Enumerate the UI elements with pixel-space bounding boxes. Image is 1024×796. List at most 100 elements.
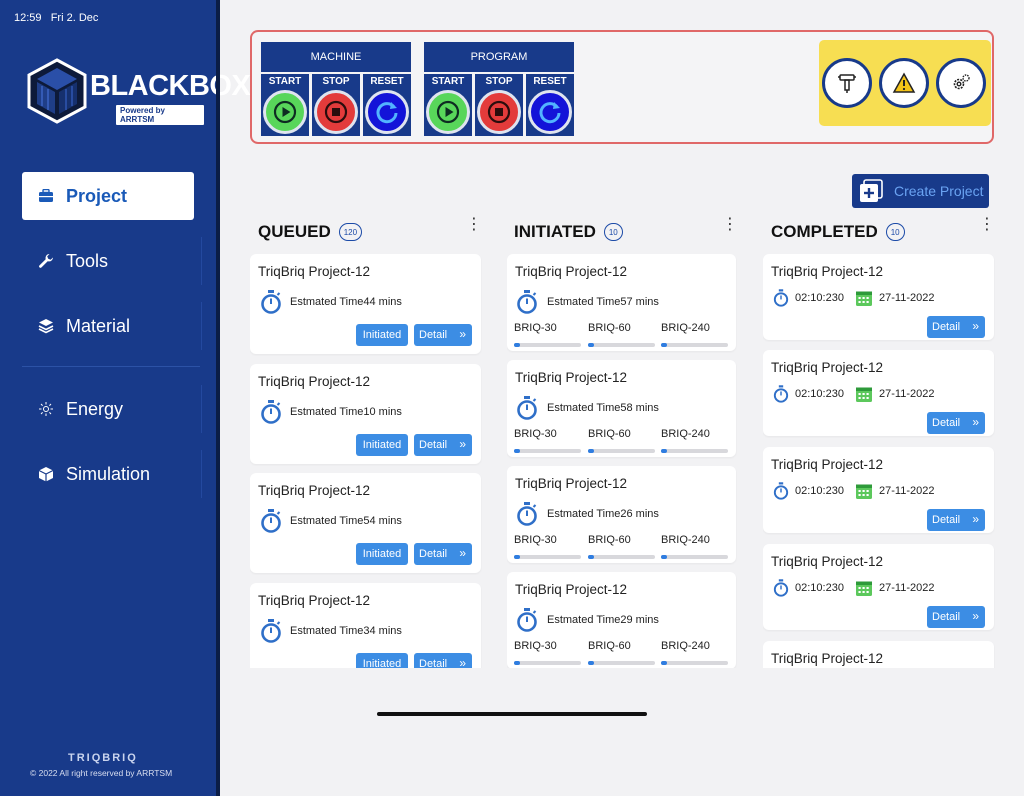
detail-button[interactable]: Detail» xyxy=(927,316,985,338)
initiated-card[interactable]: TriqBriq Project-12 Estmated Time29 mins… xyxy=(507,572,736,668)
stopwatch-icon xyxy=(261,509,281,533)
stopwatch-icon xyxy=(261,290,281,314)
chevrons-right-icon: » xyxy=(459,327,466,341)
stopwatch-icon xyxy=(773,482,789,500)
stopwatch-icon xyxy=(261,619,281,643)
briq-progress xyxy=(661,343,728,347)
create-project-label: Create Project xyxy=(894,183,984,199)
calendar-icon xyxy=(856,581,872,596)
reset-icon xyxy=(528,90,572,134)
machine-reset-button[interactable]: RESET xyxy=(363,74,411,136)
reset-icon xyxy=(365,90,409,134)
stopwatch-icon xyxy=(773,385,789,403)
home-indicator[interactable] xyxy=(377,712,647,716)
completed-card[interactable]: TriqBriq Project-12 02:10:230 27-11-2022… xyxy=(763,447,994,533)
play-icon xyxy=(263,90,307,134)
sidebar: 12:59 Fri 2. Dec BLACKBOX Powered by ARR… xyxy=(0,0,251,796)
blackbox-logo: BLACKBOX Powered by ARRTSM xyxy=(26,58,251,125)
briq-progress xyxy=(661,449,728,453)
queued-count-badge: 120 xyxy=(338,223,363,241)
initiated-more-icon[interactable]: ⋮ xyxy=(722,217,738,233)
completed-card[interactable]: TriqBriq Project-12 02:10:230 27-11-2022… xyxy=(763,544,994,630)
program-stop-button[interactable]: STOP xyxy=(475,74,523,136)
sidebar-item-project[interactable]: Project xyxy=(22,172,194,220)
program-reset-button[interactable]: RESET xyxy=(526,74,574,136)
queued-card[interactable]: TriqBriq Project-12 Estmated Time34 mins… xyxy=(250,583,481,668)
detail-button[interactable]: Detail» xyxy=(414,434,472,456)
sidebar-item-material[interactable]: Material xyxy=(22,302,202,350)
stopwatch-icon xyxy=(517,290,537,314)
drill-icon xyxy=(838,74,856,93)
cube-box-icon xyxy=(36,464,56,484)
detail-button[interactable]: Detail» xyxy=(927,509,985,531)
briq-label: BRIQ-30 xyxy=(514,534,557,546)
briq-progress xyxy=(588,449,655,453)
program-start-button[interactable]: START xyxy=(424,74,472,136)
initiated-button[interactable]: Initiated xyxy=(356,434,408,456)
sidebar-item-simulation[interactable]: Simulation xyxy=(22,450,202,498)
add-project-icon xyxy=(860,179,883,202)
completed-card[interactable]: TriqBriq Project-12 02:10:230 27-11-2022… xyxy=(763,254,994,340)
chevrons-right-icon: » xyxy=(972,415,979,429)
completed-header: COMPLETED 10 xyxy=(771,220,905,244)
machine-stop-button[interactable]: STOP xyxy=(312,74,360,136)
queued-card[interactable]: TriqBriq Project-12 Estmated Time54 mins… xyxy=(250,473,481,573)
queued-card[interactable]: TriqBriq Project-12 Estmated Time10 mins… xyxy=(250,364,481,464)
drill-tool-button[interactable] xyxy=(822,58,872,108)
status-bar-time: 12:59 Fri 2. Dec xyxy=(14,12,99,24)
stopwatch-icon xyxy=(517,502,537,526)
stopwatch-icon xyxy=(773,289,789,307)
initiated-button[interactable]: Initiated xyxy=(356,653,408,668)
briq-progress xyxy=(514,661,581,665)
queued-card[interactable]: TriqBriq Project-12 Estmated Time44 mins… xyxy=(250,254,481,354)
briq-label: BRIQ-60 xyxy=(588,322,631,334)
completed-more-icon[interactable]: ⋮ xyxy=(979,217,995,233)
detail-button[interactable]: Detail» xyxy=(927,412,985,434)
detail-button[interactable]: Detail» xyxy=(414,543,472,565)
calendar-icon xyxy=(856,484,872,499)
queued-more-icon[interactable]: ⋮ xyxy=(466,217,482,233)
sidebar-item-label: Material xyxy=(66,315,131,336)
warning-button[interactable] xyxy=(879,58,929,108)
stop-icon xyxy=(314,90,358,134)
brand-tagline: Powered by ARRTSM xyxy=(116,105,204,125)
briq-progress xyxy=(661,661,728,665)
completed-card[interactable]: TriqBriq Project-12 02:10:230 27-11-2022… xyxy=(763,350,994,436)
briq-label: BRIQ-30 xyxy=(514,428,557,440)
machine-start-button[interactable]: START xyxy=(261,74,309,136)
detail-button[interactable]: Detail» xyxy=(414,653,472,668)
play-icon xyxy=(426,90,470,134)
initiated-count-badge: 10 xyxy=(603,223,623,241)
completed-column: TriqBriq Project-12 02:10:230 27-11-2022… xyxy=(763,254,995,668)
calendar-icon xyxy=(856,387,872,402)
completed-card[interactable]: TriqBriq Project-12 xyxy=(763,641,994,668)
initiated-button[interactable]: Initiated xyxy=(356,543,408,565)
briq-label: BRIQ-60 xyxy=(588,640,631,652)
detail-button[interactable]: Detail» xyxy=(927,606,985,628)
sidebar-item-label: Tools xyxy=(66,250,109,271)
briq-progress xyxy=(588,661,655,665)
initiated-button[interactable]: Initiated xyxy=(356,324,408,346)
queued-column: TriqBriq Project-12 Estmated Time44 mins… xyxy=(250,254,482,668)
briq-progress xyxy=(588,555,655,559)
program-controls: PROGRAM START STOP RESET xyxy=(424,42,574,136)
briq-label: BRIQ-240 xyxy=(661,640,710,652)
sidebar-item-tools[interactable]: Tools xyxy=(22,237,202,285)
briq-label: BRIQ-240 xyxy=(661,534,710,546)
sidebar-item-energy[interactable]: Energy xyxy=(22,385,202,433)
briq-progress xyxy=(514,343,581,347)
sidebar-divider xyxy=(22,366,200,367)
initiated-card[interactable]: TriqBriq Project-12 Estmated Time58 mins… xyxy=(507,360,736,457)
footer-brand: TRIQBRIQ xyxy=(68,752,138,764)
create-project-button[interactable]: Create Project xyxy=(852,174,989,208)
detail-button[interactable]: Detail» xyxy=(414,324,472,346)
layers-icon xyxy=(36,316,56,336)
stopwatch-icon xyxy=(517,608,537,632)
settings-tool-button[interactable] xyxy=(936,58,986,108)
briq-progress xyxy=(514,555,581,559)
initiated-card[interactable]: TriqBriq Project-12 Estmated Time57 mins… xyxy=(507,254,736,351)
stopwatch-icon xyxy=(517,396,537,420)
sidebar-edge xyxy=(216,0,220,796)
stopwatch-icon xyxy=(773,579,789,597)
initiated-card[interactable]: TriqBriq Project-12 Estmated Time26 mins… xyxy=(507,466,736,563)
